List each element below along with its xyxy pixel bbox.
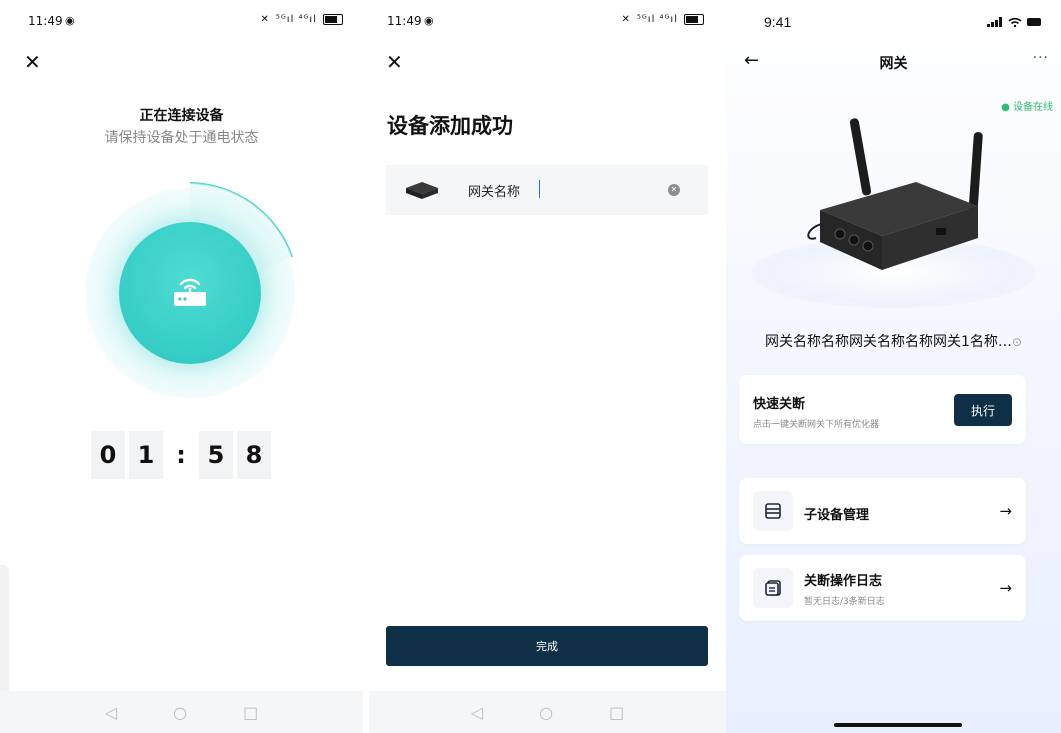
signal-icons: ✕ ⁵ᴳıl ⁴ᴳıl: [622, 14, 704, 25]
system-nav-bar: ◁ ○ □: [369, 691, 726, 733]
page-title: 正在连接设备: [139, 108, 224, 124]
device-name-input[interactable]: [468, 178, 658, 202]
close-icon[interactable]: ✕: [24, 50, 41, 74]
signal-icon: ⁵ᴳıl ⁴ᴳıl: [636, 14, 678, 25]
status-bar: 9:41: [726, 14, 1061, 34]
gateway-thumbnail-icon: [406, 182, 438, 199]
quick-shutdown-title: 快速关断: [753, 397, 806, 412]
status-icons: [987, 17, 1041, 27]
signal-icons: ✕ ⁵ᴳıl ⁴ᴳıl: [261, 14, 343, 25]
edge-panel: [0, 565, 9, 695]
done-button[interactable]: 完成: [386, 626, 708, 666]
battery-icon: [323, 14, 343, 25]
recent-nav-icon[interactable]: □: [243, 703, 258, 722]
menu-item-label: 关断操作日志: [804, 574, 883, 589]
sub-device-management-item[interactable]: 子设备管理 →: [739, 478, 1026, 544]
chevron-right-icon: ⊙: [1011, 335, 1022, 349]
clear-input-icon[interactable]: ✕: [668, 184, 680, 196]
page-title: 设备添加成功: [387, 114, 513, 138]
menu-item-label: 子设备管理: [804, 508, 870, 523]
gateway-product-image: [807, 118, 983, 270]
signal-icon: ⁵ᴳıl ⁴ᴳıl: [275, 14, 317, 25]
eye-icon: ◉: [65, 14, 75, 27]
recent-nav-icon[interactable]: □: [609, 703, 624, 722]
online-status-badge: ● 设备在线: [1001, 102, 1053, 113]
timer-digit: 1: [129, 431, 163, 479]
menu-item-sublabel: 暂无日志/3条新日志: [804, 597, 885, 607]
home-indicator[interactable]: [834, 723, 962, 727]
timer-digit: 8: [237, 431, 271, 479]
device-name[interactable]: 网关名称名称网关名称名称网关1名称…⊙: [726, 331, 1061, 351]
countdown-timer: 0 1 : 5 8: [91, 431, 271, 479]
back-nav-icon[interactable]: ◁: [105, 703, 117, 722]
status-time: 11:49: [28, 14, 63, 28]
status-time: 11:49: [387, 14, 422, 28]
wifi-icon: [1008, 17, 1022, 27]
page-title: 网关: [879, 56, 908, 72]
connection-progress-ring: [70, 173, 310, 413]
gateway-detail-screen: 9:41 ← 网关 ··· ● 设备在线 网关名称名称网关名称名称网关1名称…⊙…: [726, 0, 1061, 733]
timer-digit: 5: [199, 431, 233, 479]
close-icon[interactable]: ✕: [386, 50, 403, 74]
router-icon: [174, 278, 206, 306]
back-nav-icon[interactable]: ◁: [471, 703, 483, 722]
shutdown-log-item[interactable]: 关断操作日志 暂无日志/3条新日志 →: [739, 555, 1026, 621]
timer-digit: 0: [91, 431, 125, 479]
battery-icon: [684, 14, 704, 25]
page-subtitle: 请保持设备处于通电状态: [104, 130, 259, 146]
list-icon: [753, 491, 793, 531]
more-options-icon[interactable]: ···: [1033, 50, 1049, 66]
arrow-right-icon: →: [999, 502, 1012, 520]
mute-icon: ✕: [621, 14, 631, 25]
execute-button[interactable]: 执行: [954, 394, 1012, 426]
arrow-right-icon: →: [999, 579, 1012, 597]
home-nav-icon[interactable]: ○: [173, 703, 187, 722]
status-bar: 11:49 ◉ ✕ ⁵ᴳıl ⁴ᴳıl: [369, 10, 726, 30]
connecting-screen: 11:49 ◉ ✕ ⁵ᴳıl ⁴ᴳıl ✕ 正在连接设备 请保持设备处于通电状态: [0, 0, 363, 733]
mute-icon: ✕: [260, 14, 270, 25]
router-core: [119, 222, 261, 364]
quick-shutdown-card: 快速关断 点击一键关断网关下所有优化器 执行: [739, 375, 1026, 444]
text-cursor: [539, 180, 540, 198]
system-nav-bar: ◁ ○ □: [0, 691, 363, 733]
quick-shutdown-desc: 点击一键关断网关下所有优化器: [753, 420, 880, 430]
timer-separator: :: [176, 441, 186, 469]
device-name-row: ✕: [386, 165, 708, 215]
log-icon: [753, 568, 793, 608]
add-success-screen: 11:49 ◉ ✕ ⁵ᴳıl ⁴ᴳıl ✕ 设备添加成功 ✕ 完成 ◁ ○ □: [369, 0, 726, 733]
battery-icon: [1027, 18, 1041, 26]
eye-icon: ◉: [424, 14, 434, 27]
device-name-text: 网关名称名称网关名称名称网关1名称…: [765, 334, 1012, 350]
status-bar: 11:49 ◉ ✕ ⁵ᴳıl ⁴ᴳıl: [0, 10, 363, 30]
status-time: 9:41: [764, 14, 792, 30]
home-nav-icon[interactable]: ○: [539, 703, 553, 722]
cellular-signal-icon: [987, 17, 1002, 27]
